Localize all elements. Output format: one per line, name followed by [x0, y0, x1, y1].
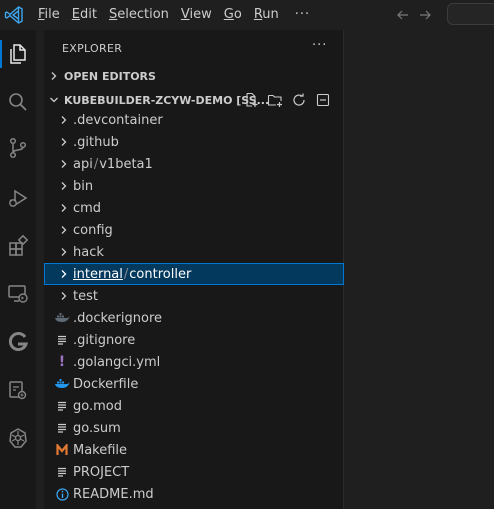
remote-explorer-icon[interactable] [0, 274, 36, 314]
open-editors-label: OPEN EDITORS [64, 69, 156, 83]
workspace-folder-label: KUBEBUILDER-ZCYW-DEMO [SS... [64, 93, 270, 107]
forward-arrow-icon[interactable] [414, 5, 436, 25]
yaml-exclamation-icon: ! [58, 354, 66, 370]
run-debug-icon[interactable] [0, 178, 36, 218]
makefile-icon [54, 439, 70, 461]
chevron-right-icon [56, 131, 72, 153]
text-lines-icon [54, 329, 70, 351]
tree-file-project[interactable]: PROJECT [44, 461, 344, 483]
tree-label: go.sum [73, 420, 121, 436]
explorer-sidebar: EXPLORER ··· OPEN EDITORS KUBEBUILDER-ZC… [44, 30, 344, 509]
chevron-right-icon [44, 70, 64, 82]
text-lines-icon [54, 417, 70, 439]
new-folder-icon[interactable] [266, 91, 284, 109]
new-file-icon[interactable] [242, 91, 260, 109]
info-icon [54, 483, 70, 505]
tree-folder-github[interactable]: .github [44, 131, 344, 153]
explorer-more-actions-button[interactable]: ··· [312, 38, 327, 53]
tree-label: Dockerfile [73, 376, 139, 392]
tree-folder-test[interactable]: test [44, 285, 344, 307]
open-editors-header[interactable]: OPEN EDITORS [44, 65, 344, 87]
container-tools-icon[interactable] [0, 370, 36, 410]
tree-label: .dockerignore [73, 310, 163, 326]
tree-label: Makefile [73, 442, 128, 458]
tree-label: go.mod [73, 398, 122, 414]
tree-label: PROJECT [73, 464, 130, 480]
tree-file-go-sum[interactable]: go.sum [44, 417, 344, 439]
menu-selection[interactable]: Selection [103, 0, 175, 30]
text-lines-icon [54, 395, 70, 417]
kubernetes-icon[interactable] [0, 418, 36, 458]
refresh-icon[interactable] [290, 91, 308, 109]
tree-folder-bin[interactable]: bin [44, 175, 344, 197]
text-lines-icon [54, 461, 70, 483]
tree-file-makefile[interactable]: Makefile [44, 439, 344, 461]
chevron-right-icon [56, 109, 72, 131]
menu-run[interactable]: Run [248, 0, 285, 30]
menu-view[interactable]: View [175, 0, 218, 30]
menu-more-button[interactable]: ··· [285, 1, 320, 29]
tree-folder-hack[interactable]: hack [44, 241, 344, 263]
tree-file-gitignore[interactable]: .gitignore [44, 329, 344, 351]
tree-label: bin [73, 178, 94, 194]
vscode-logo-icon [4, 5, 24, 25]
tree-file-dockerignore[interactable]: .dockerignore [44, 307, 344, 329]
tree-file-dockerfile[interactable]: Dockerfile [44, 373, 344, 395]
navigation-arrows [392, 5, 436, 25]
tree-folder-devcontainer[interactable]: .devcontainer [44, 109, 344, 131]
menu-file[interactable]: File [38, 0, 66, 30]
chevron-down-icon [44, 94, 64, 106]
chevron-right-icon [56, 153, 72, 175]
docker-icon [54, 373, 70, 395]
chevron-right-icon [56, 285, 72, 307]
tree-folder-internal-controller[interactable]: internal/controller [44, 263, 344, 285]
source-control-icon[interactable] [0, 128, 36, 168]
tree-label: test [73, 288, 98, 304]
tree-file-go-mod[interactable]: go.mod [44, 395, 344, 417]
tree-label: cmd [73, 200, 102, 216]
tree-label: config [73, 222, 113, 238]
chevron-right-icon [56, 263, 72, 285]
tree-file-golangci[interactable]: ! .golangci.yml [44, 351, 344, 373]
sidebar-title: EXPLORER [62, 42, 123, 55]
tree-label: internal/controller [73, 266, 192, 282]
gitlens-icon[interactable] [0, 322, 36, 362]
extensions-icon[interactable] [0, 226, 36, 266]
tree-label: .github [73, 134, 119, 150]
menu-bar: File Edit Selection View Go Run ··· [38, 0, 320, 30]
tree-folder-api-v1beta1[interactable]: api/v1beta1 [44, 153, 344, 175]
chevron-right-icon [56, 197, 72, 219]
workspace-folder-header[interactable]: KUBEBUILDER-ZCYW-DEMO [SS... [44, 89, 344, 111]
workspace-actions [242, 91, 332, 109]
tree-file-readme[interactable]: README.md [44, 483, 344, 505]
tree-folder-config[interactable]: config [44, 219, 344, 241]
chevron-right-icon [56, 175, 72, 197]
tree-label: .devcontainer [73, 112, 163, 128]
title-bar: File Edit Selection View Go Run ··· [0, 0, 494, 30]
tree-folder-cmd[interactable]: cmd [44, 197, 344, 219]
menu-edit[interactable]: Edit [66, 0, 103, 30]
back-arrow-icon[interactable] [392, 5, 414, 25]
tree-label: api/v1beta1 [73, 156, 153, 172]
chevron-right-icon [56, 219, 72, 241]
chevron-right-icon [56, 241, 72, 263]
search-icon[interactable] [0, 82, 36, 122]
menu-go[interactable]: Go [218, 0, 248, 30]
activity-bar [0, 30, 36, 509]
tree-label: .golangci.yml [73, 354, 161, 370]
editor-area[interactable] [344, 30, 494, 509]
command-center-search[interactable] [447, 3, 494, 25]
tree-label: .gitignore [73, 332, 136, 348]
tree-label: hack [73, 244, 104, 260]
docker-icon [54, 307, 70, 329]
tree-label: README.md [73, 486, 154, 502]
explorer-icon[interactable] [0, 34, 36, 74]
collapse-all-icon[interactable] [314, 91, 332, 109]
